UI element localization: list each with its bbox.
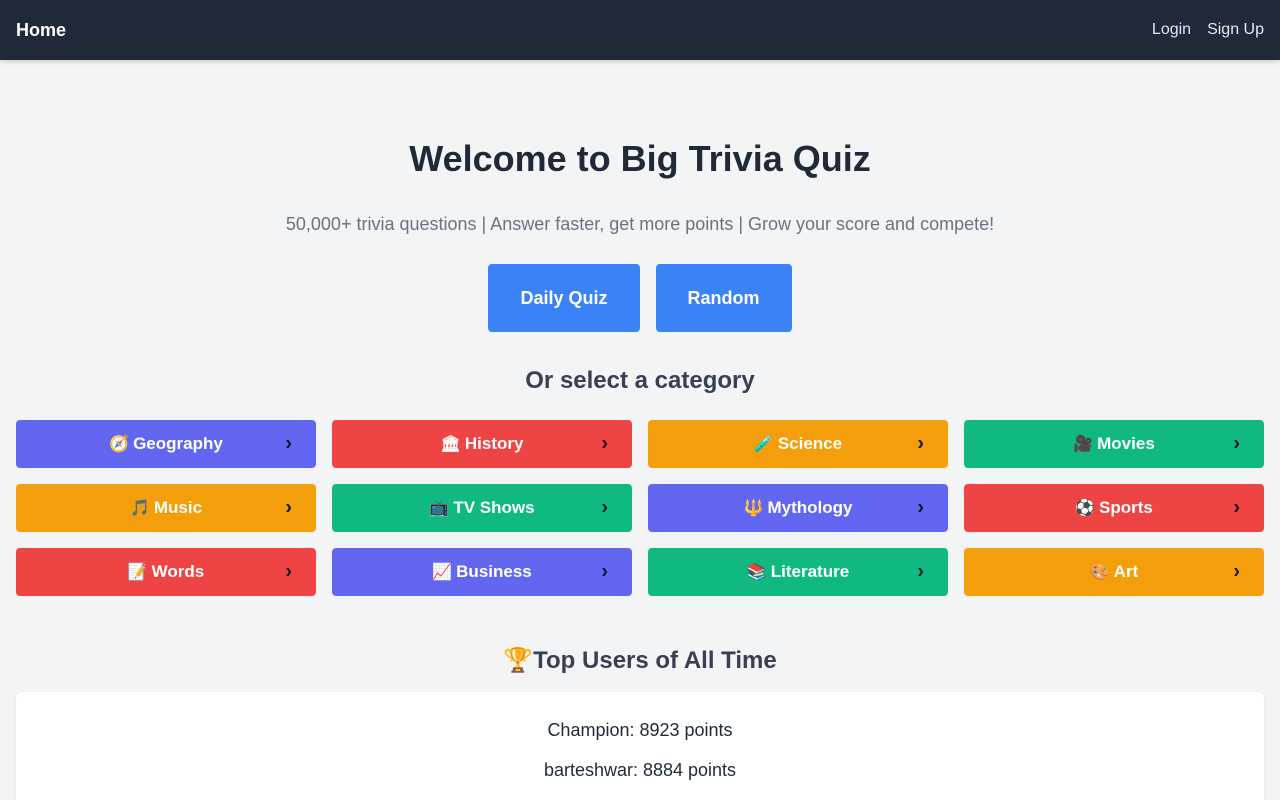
nav-home-link[interactable]: Home — [16, 20, 66, 41]
leaderboard-card: Champion: 8923 points barteshwar: 8884 p… — [16, 692, 1264, 800]
palette-icon: 🎨 — [1089, 564, 1110, 581]
history-icon: 🏛 — [440, 436, 461, 453]
category-label: Words — [151, 562, 205, 581]
chevron-right-icon: › — [1233, 560, 1240, 583]
daily-quiz-button[interactable]: Daily Quiz — [488, 264, 640, 332]
category-label: Movies — [1097, 434, 1155, 453]
category-label: Business — [456, 562, 532, 581]
category-button-art[interactable]: 🎨 Art › — [964, 548, 1264, 596]
television-icon: 📺 — [429, 500, 450, 517]
category-label: TV Shows — [453, 498, 535, 517]
category-button-literature[interactable]: 📚 Literature › — [648, 548, 948, 596]
compass-icon: 🧭 — [109, 436, 130, 453]
category-heading: Or select a category — [525, 367, 755, 394]
top-users-heading-text: Top Users of All Time — [533, 647, 777, 674]
leaderboard-entry: barteshwar: 8884 points — [543, 760, 737, 780]
category-label: Art — [1113, 562, 1139, 581]
chevron-right-icon: › — [917, 496, 924, 519]
chevron-right-icon: › — [285, 560, 292, 583]
chevron-right-icon: › — [917, 432, 924, 455]
category-button-tv-shows[interactable]: 📺 TV Shows › — [332, 484, 632, 532]
hero-buttons: Daily Quiz Random — [0, 264, 1280, 332]
chevron-right-icon: › — [601, 432, 608, 455]
chevron-right-icon: › — [917, 560, 924, 583]
memo-icon: 📝 — [127, 564, 148, 581]
category-label: Science — [777, 434, 843, 453]
category-label: History — [464, 434, 524, 453]
chevron-right-icon: › — [285, 432, 292, 455]
trident-icon: 🔱 — [743, 500, 764, 517]
leaderboard-entry: Champion: 8923 points — [547, 720, 733, 740]
page-title: Welcome to Big Trivia Quiz — [409, 138, 871, 179]
random-quiz-button[interactable]: Random — [655, 264, 792, 332]
music-note-icon: 🎵 — [129, 500, 150, 517]
category-label: Literature — [770, 562, 850, 581]
category-button-music[interactable]: 🎵 Music › — [16, 484, 316, 532]
category-label: Sports — [1099, 498, 1153, 517]
category-button-geography[interactable]: 🧭 Geography › — [16, 420, 316, 468]
category-button-history[interactable]: 🏛 History › — [332, 420, 632, 468]
chevron-right-icon: › — [1233, 496, 1240, 519]
category-button-sports[interactable]: ⚽ Sports › — [964, 484, 1264, 532]
category-grid: 🧭 Geography › 🏛 History › 🧪 Science › 🎥 … — [16, 420, 1264, 596]
category-button-words[interactable]: 📝 Words › — [16, 548, 316, 596]
nav-signup-link[interactable]: Sign Up — [1207, 21, 1264, 39]
trophy-icon: 🏆 — [503, 647, 534, 674]
books-icon: 📚 — [746, 564, 767, 581]
category-label: Geography — [133, 434, 223, 453]
chevron-right-icon: › — [285, 496, 292, 519]
category-button-movies[interactable]: 🎥 Movies › — [964, 420, 1264, 468]
category-button-mythology[interactable]: 🔱 Mythology › — [648, 484, 948, 532]
top-users-heading: 🏆Top Users of All Time — [0, 646, 1280, 675]
test-tube-icon: 🧪 — [753, 436, 774, 453]
chevron-right-icon: › — [601, 496, 608, 519]
category-label: Music — [153, 498, 203, 517]
category-label: Mythology — [767, 498, 853, 517]
category-button-science[interactable]: 🧪 Science › — [648, 420, 948, 468]
chart-increasing-icon: 📈 — [432, 564, 453, 581]
chevron-right-icon: › — [601, 560, 608, 583]
navbar: Home Login Sign Up — [0, 0, 1280, 60]
soccer-ball-icon: ⚽ — [1075, 500, 1096, 517]
chevron-right-icon: › — [1233, 432, 1240, 455]
nav-right: Login Sign Up — [1152, 21, 1264, 39]
category-button-business[interactable]: 📈 Business › — [332, 548, 632, 596]
page-subtitle: 50,000+ trivia questions | Answer faster… — [285, 214, 995, 234]
movie-camera-icon: 🎥 — [1073, 436, 1094, 453]
nav-login-link[interactable]: Login — [1152, 21, 1191, 39]
